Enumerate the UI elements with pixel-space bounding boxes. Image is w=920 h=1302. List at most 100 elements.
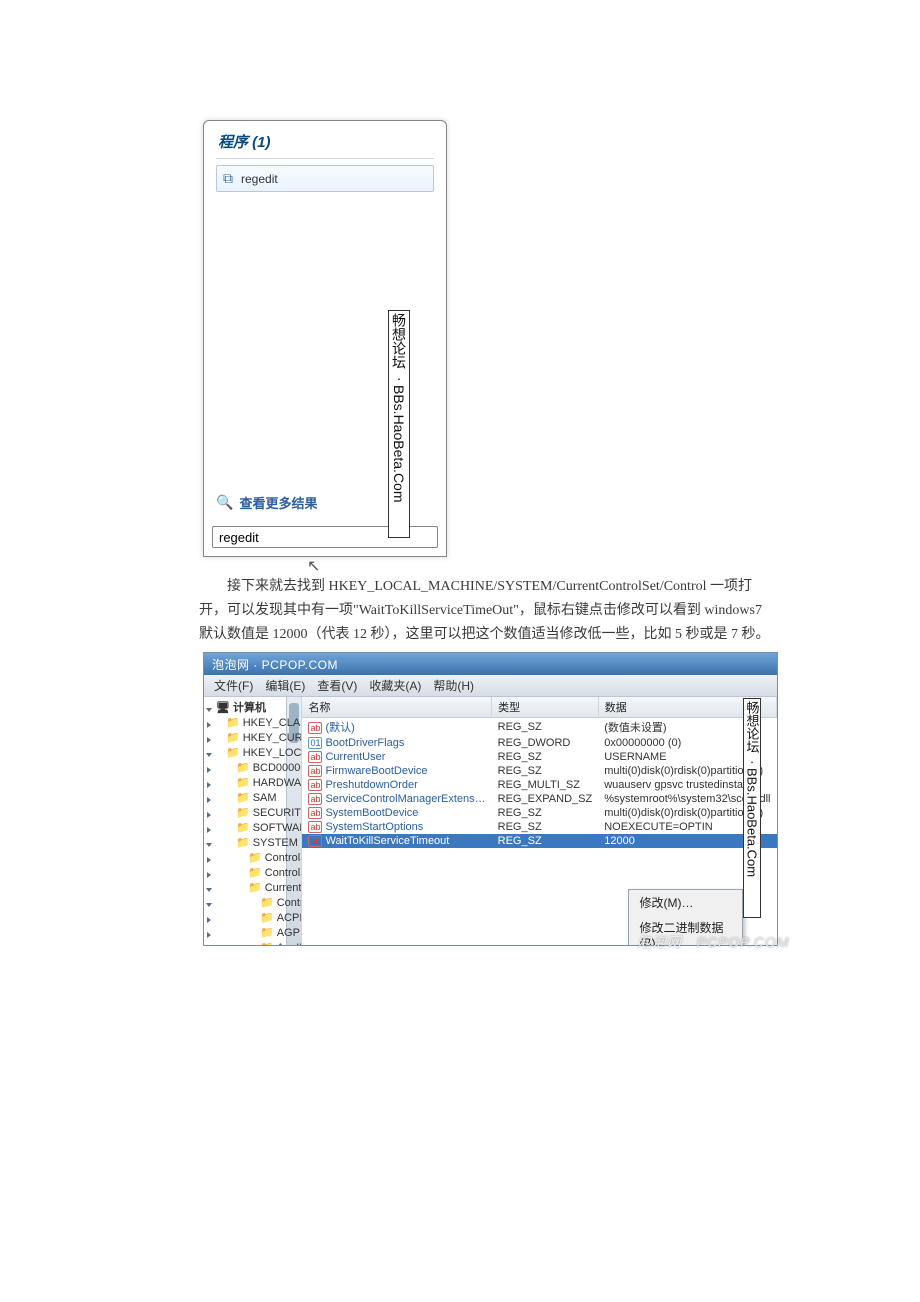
value-row[interactable]: 01BootDriverFlagsREG_DWORD0x00000000 (0) [302, 736, 776, 750]
tree-agp[interactable]: 📁AGP [204, 926, 301, 941]
value-type-icon: ab [308, 835, 322, 847]
menu-fav[interactable]: 收藏夹(A) [369, 677, 421, 694]
regedit-window: 泡泡网 · PCPOP.COM 文件(F) 编辑(E) 查看(V) 收藏夹(A)… [203, 652, 778, 946]
menu-file[interactable]: 文件(F) [214, 677, 253, 694]
tree-label: HKEY_LOCAL_MACHINE [243, 747, 303, 759]
value-type-icon: ab [308, 779, 322, 791]
tree-label: BCD00000000 [253, 762, 303, 774]
see-more-results-link[interactable]: 🔍 查看更多结果 [216, 493, 317, 512]
value-row[interactable]: abFirmwareBootDeviceREG_SZmulti(0)disk(0… [302, 764, 776, 778]
menu-edit[interactable]: 编辑(E) [265, 677, 305, 694]
watermark-cn: 畅想论坛 [746, 701, 759, 753]
value-type-icon: ab [308, 793, 322, 805]
tree-sys[interactable]: 📁SYSTEM [204, 836, 301, 851]
start-menu-header: 程序 (1) [204, 121, 446, 156]
folder-icon: 📁 [248, 867, 262, 879]
menu-view[interactable]: 查看(V) [317, 677, 357, 694]
folder-icon: 📁 [248, 882, 262, 894]
menu-help[interactable]: 帮助(H) [433, 677, 474, 694]
regedit-titlebar: 泡泡网 · PCPOP.COM [204, 653, 777, 675]
search-result-label: regedit [241, 172, 278, 186]
tree-sam[interactable]: 📁SAM [204, 791, 301, 806]
value-type: REG_SZ [492, 764, 599, 778]
folder-icon: 📁 [236, 792, 250, 804]
value-type-icon: ab [308, 722, 322, 734]
folder-icon: 📁 [236, 807, 250, 819]
value-row[interactable]: abSystemBootDeviceREG_SZmulti(0)disk(0)r… [302, 806, 776, 820]
tree-label: SECURITY [253, 807, 303, 819]
watermark-cn: 畅想论坛 [392, 313, 406, 369]
watermark-en: BBs.HaoBeta.Com [746, 768, 759, 877]
value-name: WaitToKillServiceTimeout [325, 835, 449, 847]
value-row[interactable]: abWaitToKillServiceTimeoutREG_SZ12000 [302, 834, 776, 848]
value-row[interactable]: abSystemStartOptionsREG_SZNOEXECUTE=OPTI… [302, 820, 776, 834]
registry-tree[interactable]: 🖥 计算机 📁HKEY_CLASSES_ROOT 📁HKEY_CURRENT_U… [204, 697, 302, 945]
footer-wm-en: PCPOP.COM [697, 934, 790, 950]
tree-control[interactable]: 📁Control [204, 896, 301, 911]
value-type: REG_SZ [492, 718, 599, 737]
tree-label: HKEY_CURRENT_USER [243, 732, 303, 744]
tree-hklm[interactable]: 📁HKEY_LOCAL_MACHINE [204, 746, 301, 761]
value-name: PreshutdownOrder [325, 779, 417, 791]
tree-label: SOFTWARE [253, 822, 303, 834]
watermark-dot: · [397, 370, 402, 386]
col-type[interactable]: 类型 [492, 697, 599, 718]
value-name: FirmwareBootDevice [325, 765, 427, 777]
tree-soft[interactable]: 📁SOFTWARE [204, 821, 301, 836]
tree-label: AGP [277, 927, 300, 939]
tree-label: HKEY_CLASSES_ROOT [243, 717, 303, 729]
value-row[interactable]: abServiceControlManagerExtens…REG_EXPAND… [302, 792, 776, 806]
tree-hw[interactable]: 📁HARDWARE [204, 776, 301, 791]
value-name: BootDriverFlags [325, 737, 404, 749]
value-name: (默认) [325, 722, 354, 734]
tree-bcd[interactable]: 📁BCD00000000 [204, 761, 301, 776]
value-row[interactable]: abCurrentUserREG_SZUSERNAME [302, 750, 776, 764]
ctx-modify[interactable]: 修改(M)… [629, 890, 742, 915]
value-type: REG_SZ [492, 750, 599, 764]
folder-icon: 📁 [260, 897, 274, 909]
watermark-box: 畅想论坛 · BBs.HaoBeta.Com [743, 698, 761, 918]
value-type: REG_SZ [492, 806, 599, 820]
folder-icon: 📁 [236, 822, 250, 834]
folder-icon: 📁 [260, 912, 274, 924]
cursor-icon: ↖ [307, 556, 320, 576]
footer-wm-cn: 泡泡网 [637, 934, 682, 950]
tree-label: HARDWARE [253, 777, 303, 789]
search-result-regedit[interactable]: ⧉ regedit [216, 165, 434, 192]
col-name[interactable]: 名称 [302, 697, 491, 718]
tree-ccs2[interactable]: 📁ControlSet002 [204, 866, 301, 881]
value-type-icon: ab [308, 821, 322, 833]
folder-icon: 📁 [260, 942, 274, 945]
tree-ccs[interactable]: 📁CurrentControlSet [204, 881, 301, 896]
value-type: REG_EXPAND_SZ [492, 792, 599, 806]
folder-icon: 📁 [236, 777, 250, 789]
tree-root[interactable]: 🖥 计算机 [204, 701, 301, 716]
value-row[interactable]: abPreshutdownOrderREG_MULTI_SZwuauserv g… [302, 778, 776, 792]
value-name: SystemStartOptions [325, 821, 423, 833]
search-icon: 🔍 [216, 494, 233, 511]
tree-label: Control [277, 897, 303, 909]
tree-label: SYSTEM [253, 837, 298, 849]
value-row[interactable]: ab(默认)REG_SZ(数值未设置) [302, 718, 776, 737]
tree-label: ControlSet001 [265, 852, 303, 864]
tree-appid[interactable]: 📁AppID [204, 941, 301, 945]
tree-hkcu[interactable]: 📁HKEY_CURRENT_USER [204, 731, 301, 746]
value-name: CurrentUser [325, 751, 385, 763]
tree-label: AppID [277, 942, 303, 945]
value-type-icon: ab [308, 765, 322, 777]
tree-ccs1[interactable]: 📁ControlSet001 [204, 851, 301, 866]
tree-root-label: 计算机 [233, 702, 266, 714]
tree-hkcr[interactable]: 📁HKEY_CLASSES_ROOT [204, 716, 301, 731]
value-type: REG_DWORD [492, 736, 599, 750]
folder-icon: 📁 [226, 717, 240, 729]
instruction-paragraph: 接下来就去找到 HKEY_LOCAL_MACHINE/SYSTEM/Curren… [199, 575, 776, 647]
tree-label: ControlSet002 [265, 867, 303, 879]
watermark-box: 畅想论坛 · BBs.HaoBeta.Com [388, 310, 410, 538]
folder-icon: 📁 [260, 927, 274, 939]
folder-icon: 📁 [248, 852, 262, 864]
tree-acpi[interactable]: 📁ACPI [204, 911, 301, 926]
registry-value-list[interactable]: 名称 类型 数据 ab(默认)REG_SZ(数值未设置)01BootDriver… [302, 697, 777, 945]
value-name: SystemBootDevice [325, 807, 418, 819]
regedit-icon: ⧉ [223, 170, 233, 187]
tree-sec[interactable]: 📁SECURITY [204, 806, 301, 821]
